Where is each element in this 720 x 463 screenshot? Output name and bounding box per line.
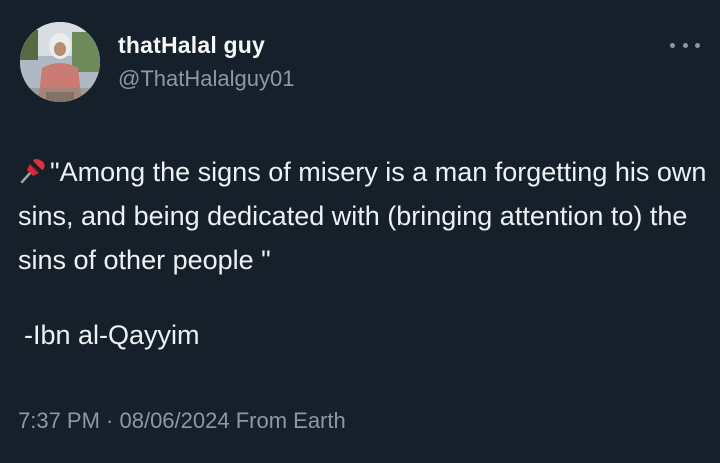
more-options-icon[interactable] (670, 38, 700, 52)
tweet-quote: "Among the signs of misery is a man forg… (18, 157, 707, 275)
pushpin-icon (20, 159, 45, 184)
tweet-timestamp[interactable]: 7:37 PM · 08/06/2024 From Earth (18, 408, 346, 434)
tweet-card: thatHalal guy @ThatHalalguy01 "Among the… (0, 0, 720, 463)
author-handle[interactable]: @ThatHalalguy01 (118, 66, 294, 92)
tweet-text: "Among the signs of misery is a man forg… (18, 150, 708, 282)
avatar-image (20, 22, 100, 102)
dot (682, 42, 688, 48)
author-display-name[interactable]: thatHalal guy (118, 32, 265, 59)
tweet-attribution: -Ibn al-Qayyim (24, 320, 200, 350)
avatar[interactable] (20, 22, 100, 102)
dot (670, 42, 675, 48)
dot (695, 42, 700, 48)
